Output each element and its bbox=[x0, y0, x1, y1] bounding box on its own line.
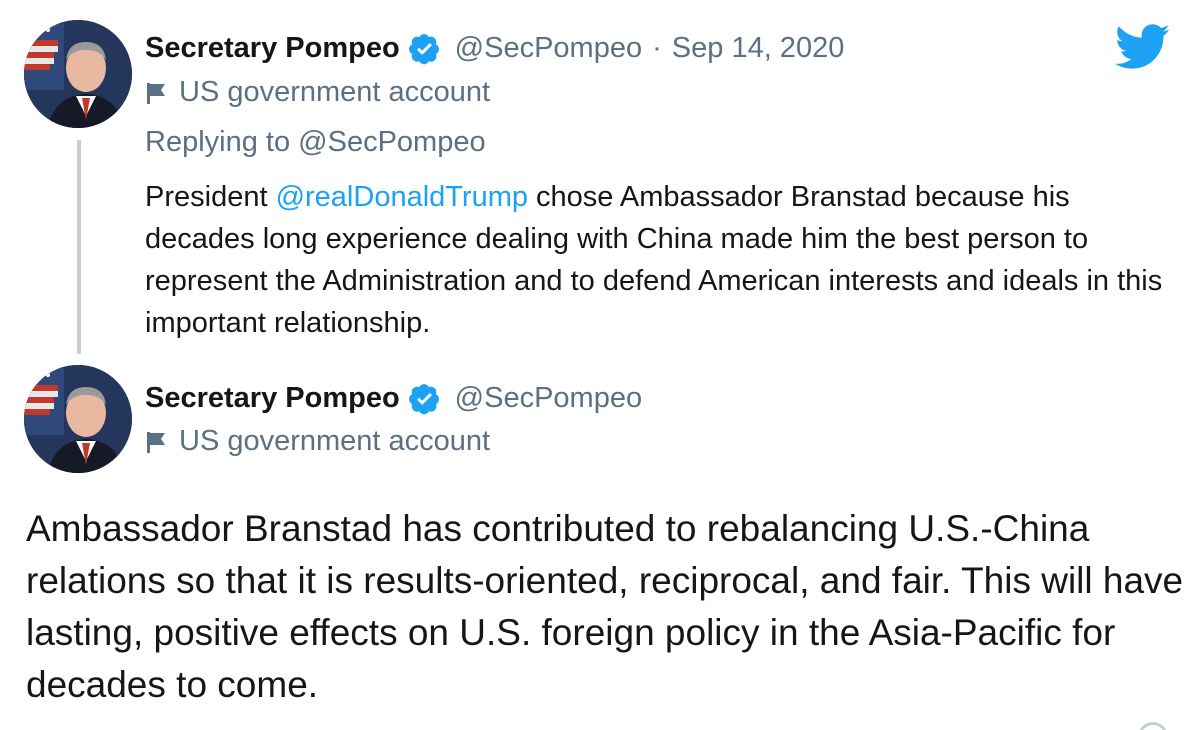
replying-prefix: Replying to bbox=[145, 126, 291, 158]
account-label-text: US government account bbox=[179, 425, 491, 457]
thread-connector-line bbox=[77, 140, 81, 354]
account-label-text: US government account bbox=[179, 76, 491, 108]
government-account-label: US government account bbox=[145, 425, 490, 458]
tweet-reply-text: President @realDonaldTrump chose Ambassa… bbox=[145, 176, 1165, 344]
flag-icon bbox=[145, 81, 167, 105]
twitter-bird-icon[interactable] bbox=[1115, 24, 1171, 70]
author-name[interactable]: Secretary Pompeo bbox=[145, 32, 400, 65]
verified-badge-icon bbox=[408, 382, 441, 415]
flag-icon bbox=[145, 430, 167, 454]
tweet-reply-header: Secretary Pompeo @SecPompeo · Sep 14, 20… bbox=[145, 32, 844, 65]
info-icon[interactable] bbox=[1138, 722, 1168, 730]
tweet-text-start: President bbox=[145, 181, 276, 213]
tweet-main-text: Ambassador Branstad has contributed to r… bbox=[26, 508, 1184, 705]
author-handle[interactable]: @SecPompeo bbox=[455, 32, 642, 65]
verified-badge-icon bbox=[408, 32, 441, 65]
tweet-date[interactable]: Sep 14, 2020 bbox=[672, 32, 845, 65]
tweet-embed: Secretary Pompeo @SecPompeo · Sep 14, 20… bbox=[0, 0, 1200, 730]
tweet-main-header: Secretary Pompeo @SecPompeo bbox=[145, 382, 642, 415]
author-handle[interactable]: @SecPompeo bbox=[455, 382, 642, 415]
replying-handle[interactable]: @SecPompeo bbox=[298, 126, 485, 158]
separator-dot: · bbox=[652, 32, 662, 64]
replying-to: Replying to @SecPompeo bbox=[145, 126, 486, 159]
avatar[interactable] bbox=[24, 20, 132, 128]
avatar[interactable] bbox=[24, 365, 132, 473]
mention-link[interactable]: @realDonaldTrump bbox=[276, 181, 528, 213]
government-account-label: US government account bbox=[145, 76, 490, 109]
author-name[interactable]: Secretary Pompeo bbox=[145, 382, 400, 415]
